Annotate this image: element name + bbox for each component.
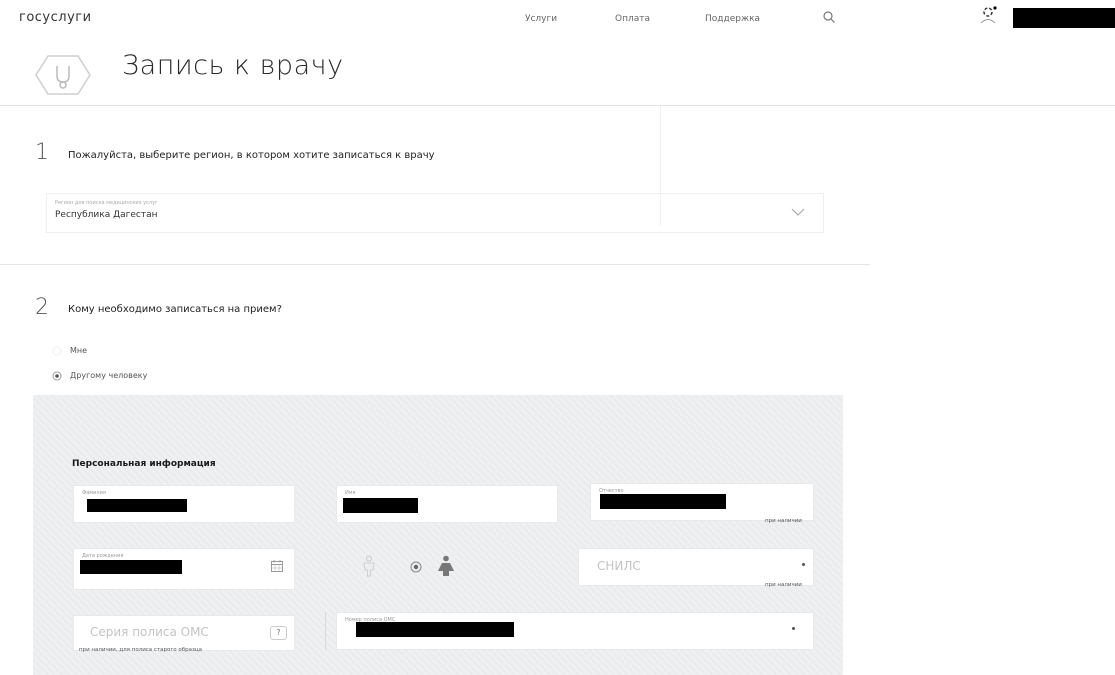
search-icon[interactable] <box>822 10 836 24</box>
snils-placeholder: СНИЛС <box>597 559 641 573</box>
surname-value-redacted <box>87 499 187 512</box>
radio-me[interactable] <box>52 346 62 356</box>
oms-number-value-redacted <box>356 622 514 637</box>
region-question: Пожалуйста, выберите регион, в котором х… <box>68 150 435 161</box>
oms-series-placeholder: Серия полиса ОМС <box>90 625 209 639</box>
female-icon[interactable] <box>437 555 455 577</box>
chevron-down-icon[interactable] <box>791 206 805 218</box>
nav-services[interactable]: Услуги <box>525 14 557 24</box>
stethoscope-icon <box>35 55 91 95</box>
field-marker <box>802 563 805 566</box>
birthdate-label: Дата рождения <box>82 553 124 559</box>
section-title: Персональная информация <box>72 459 216 469</box>
nav-payment[interactable]: Оплата <box>615 14 650 24</box>
patronymic-hint: при наличии <box>765 518 802 524</box>
name-label: Имя <box>345 490 356 496</box>
radio-other-person[interactable] <box>52 371 62 381</box>
oms-series-field[interactable]: Серия полиса ОМС <box>73 615 295 651</box>
name-value-redacted <box>343 498 418 513</box>
divider <box>0 105 1115 106</box>
nav-support[interactable]: Поддержка <box>705 14 760 24</box>
avatar-icon[interactable] <box>978 4 998 24</box>
user-name-redacted[interactable] <box>1013 8 1115 28</box>
region-select-value: Республика Дагестан <box>55 210 158 220</box>
calendar-icon[interactable] <box>270 559 284 573</box>
snils-field[interactable]: СНИЛС <box>578 548 814 586</box>
recipient-question: Кому необходимо записаться на прием? <box>68 304 282 315</box>
region-select[interactable]: Регион для поиска медицинских услуг Респ… <box>46 193 824 233</box>
snils-hint: при наличии <box>765 582 802 588</box>
step-number: 2 <box>35 295 49 320</box>
step-number: 1 <box>35 140 49 165</box>
gender-radio[interactable] <box>410 561 422 573</box>
help-icon[interactable]: ? <box>270 626 287 640</box>
surname-label: Фамилия <box>82 490 106 496</box>
divider <box>0 264 870 265</box>
birthdate-value-redacted <box>80 560 182 574</box>
page-title: Запись к врачу <box>122 50 344 81</box>
region-select-label: Регион для поиска медицинских услуг <box>55 200 158 206</box>
radio-label-me[interactable]: Мне <box>70 346 87 355</box>
field-divider <box>325 612 326 650</box>
male-icon[interactable] <box>361 555 377 577</box>
patronymic-value-redacted <box>600 494 726 509</box>
oms-series-hint: при наличии, для полиса старого образца <box>79 647 203 653</box>
radio-label-other-person[interactable]: Другому человеку <box>70 371 147 380</box>
field-marker <box>792 627 795 630</box>
gosuslugi-logo[interactable]: госуслуги <box>19 10 92 25</box>
